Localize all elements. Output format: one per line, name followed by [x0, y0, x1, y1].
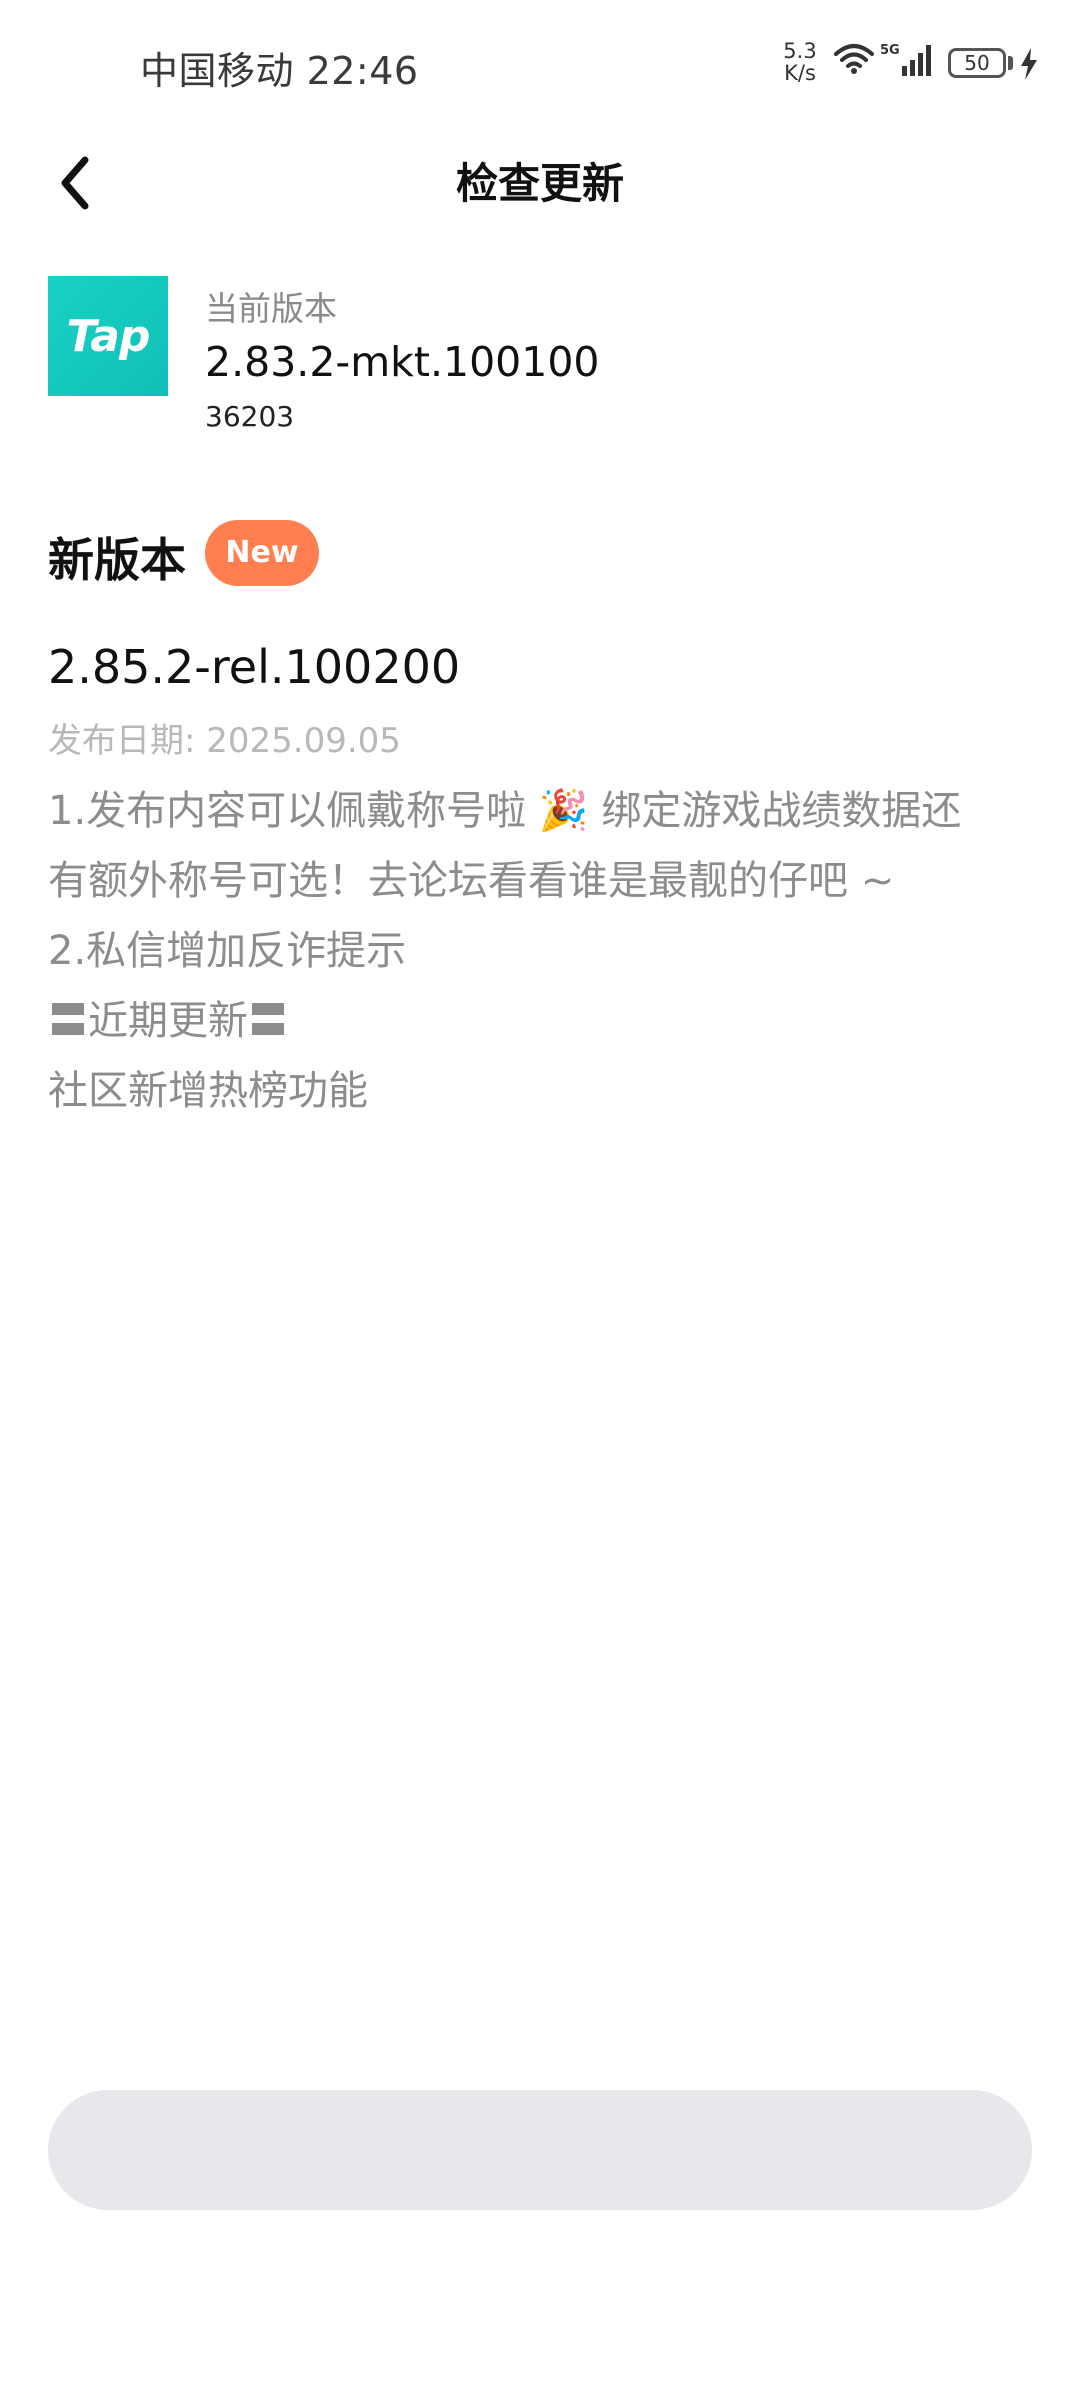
network-speed-value: 5.3 [783, 39, 817, 63]
new-badge: New [205, 520, 319, 586]
current-build-number: 36203 [205, 400, 295, 433]
battery-tip [1008, 56, 1013, 70]
current-version-label: 当前版本 [205, 289, 337, 328]
release-note-line: 2.私信增加反诈提示 [48, 928, 407, 974]
new-version-heading: 新版本 [48, 533, 186, 587]
charging-bolt-icon [1020, 48, 1038, 84]
navigation-bar: 检查更新 [0, 130, 1080, 230]
battery-indicator: 50 [948, 48, 1006, 78]
network-speed: 5.3 K/s [778, 40, 822, 84]
release-note-line: 有额外称号可选！去论坛看看谁是最靓的仔吧 ~ [48, 858, 895, 904]
wifi-icon [834, 42, 874, 78]
tap-app-icon: Tap [48, 276, 168, 396]
release-notes: 1.发布内容可以佩戴称号啦 🎉 绑定游戏战绩数据还 有额外称号可选！去论坛看看谁… [48, 776, 1038, 1126]
new-version-number: 2.85.2-rel.100200 [48, 640, 461, 694]
app-icon-label: Tap [66, 310, 151, 362]
release-date: 发布日期: 2025.09.05 [48, 721, 401, 761]
cellular-signal-icon: 5G [880, 40, 940, 84]
current-version-number: 2.83.2-mkt.100100 [205, 338, 600, 386]
release-note-line: 1.发布内容可以佩戴称号啦 🎉 绑定游戏战绩数据还 [48, 788, 962, 834]
page-title: 检查更新 [455, 159, 624, 208]
carrier-time: 中国移动 22:46 [140, 49, 419, 93]
network-speed-unit: K/s [784, 61, 816, 85]
status-bar: 中国移动 22:46 5.3 K/s 5G 50 [0, 0, 1080, 130]
release-note-line: 社区新增热榜功能 [48, 1068, 368, 1114]
release-note-line: 〓近期更新〓 [48, 998, 288, 1044]
update-button[interactable] [48, 2090, 1032, 2210]
network-type-label: 5G [880, 43, 900, 58]
